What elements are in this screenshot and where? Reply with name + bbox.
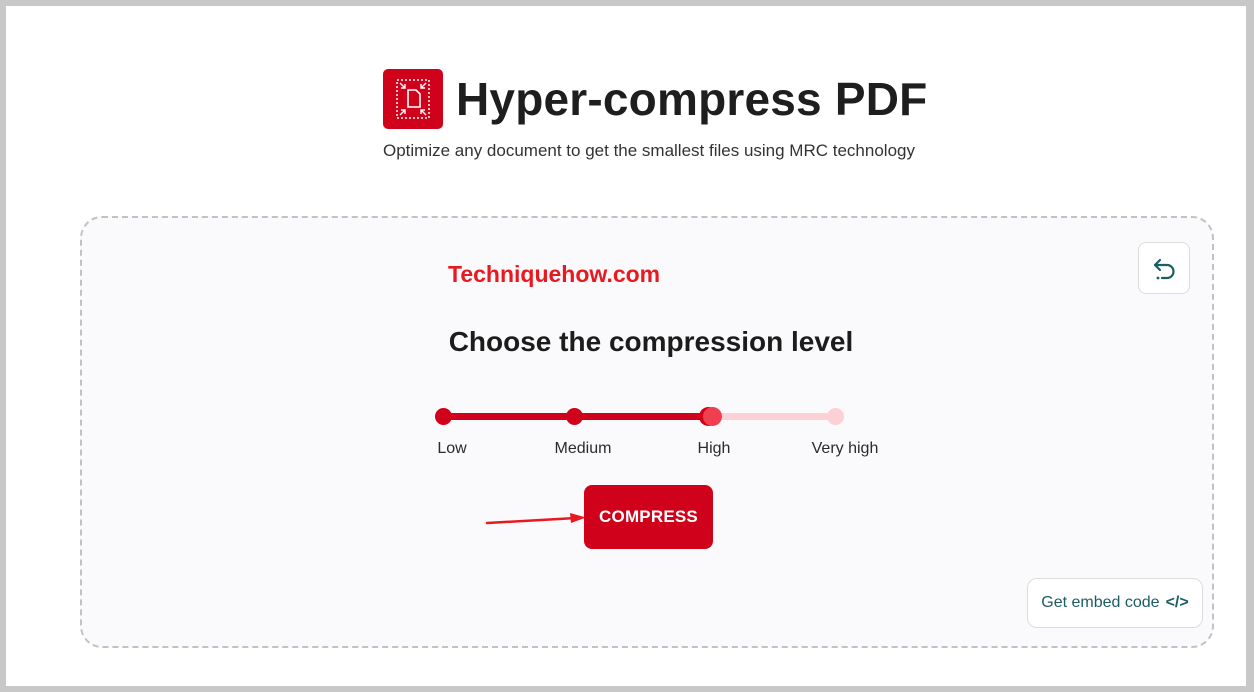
- level-label-medium[interactable]: Medium: [555, 440, 612, 458]
- level-label-low[interactable]: Low: [437, 440, 466, 458]
- level-labels: Low Medium High Very high: [402, 440, 902, 460]
- stop-very-high[interactable]: [827, 408, 844, 425]
- slider-thumb[interactable]: [703, 407, 722, 426]
- header: Hyper-compress PDF: [6, 64, 1246, 144]
- get-embed-code-button[interactable]: Get embed code </>: [1027, 578, 1203, 628]
- page-subtitle: Optimize any document to get the smalles…: [383, 141, 915, 160]
- compression-level-slider[interactable]: [434, 406, 854, 436]
- section-heading-text: Choose the compression level: [448, 326, 854, 357]
- compress-button[interactable]: COMPRESS: [584, 485, 713, 549]
- undo-icon: [1153, 258, 1175, 280]
- embed-label: Get embed code: [1041, 594, 1160, 611]
- compress-pdf-icon: [383, 69, 443, 129]
- watermark-text: Techniquehow.com: [448, 261, 661, 287]
- section-heading: Choose the compression level: [82, 326, 1216, 358]
- stop-medium[interactable]: [566, 408, 583, 425]
- annotation-arrow: [485, 513, 586, 525]
- page-title: Hyper-compress PDF: [456, 73, 928, 125]
- compression-card: Techniquehow.com Choose the compression …: [80, 216, 1214, 648]
- undo-button[interactable]: [1138, 242, 1190, 294]
- stop-low[interactable]: [435, 408, 452, 425]
- level-label-high[interactable]: High: [698, 440, 731, 458]
- code-icon: </>: [1165, 594, 1189, 611]
- page: Hyper-compress PDF Optimize any document…: [6, 6, 1246, 686]
- level-label-very-high[interactable]: Very high: [812, 440, 879, 458]
